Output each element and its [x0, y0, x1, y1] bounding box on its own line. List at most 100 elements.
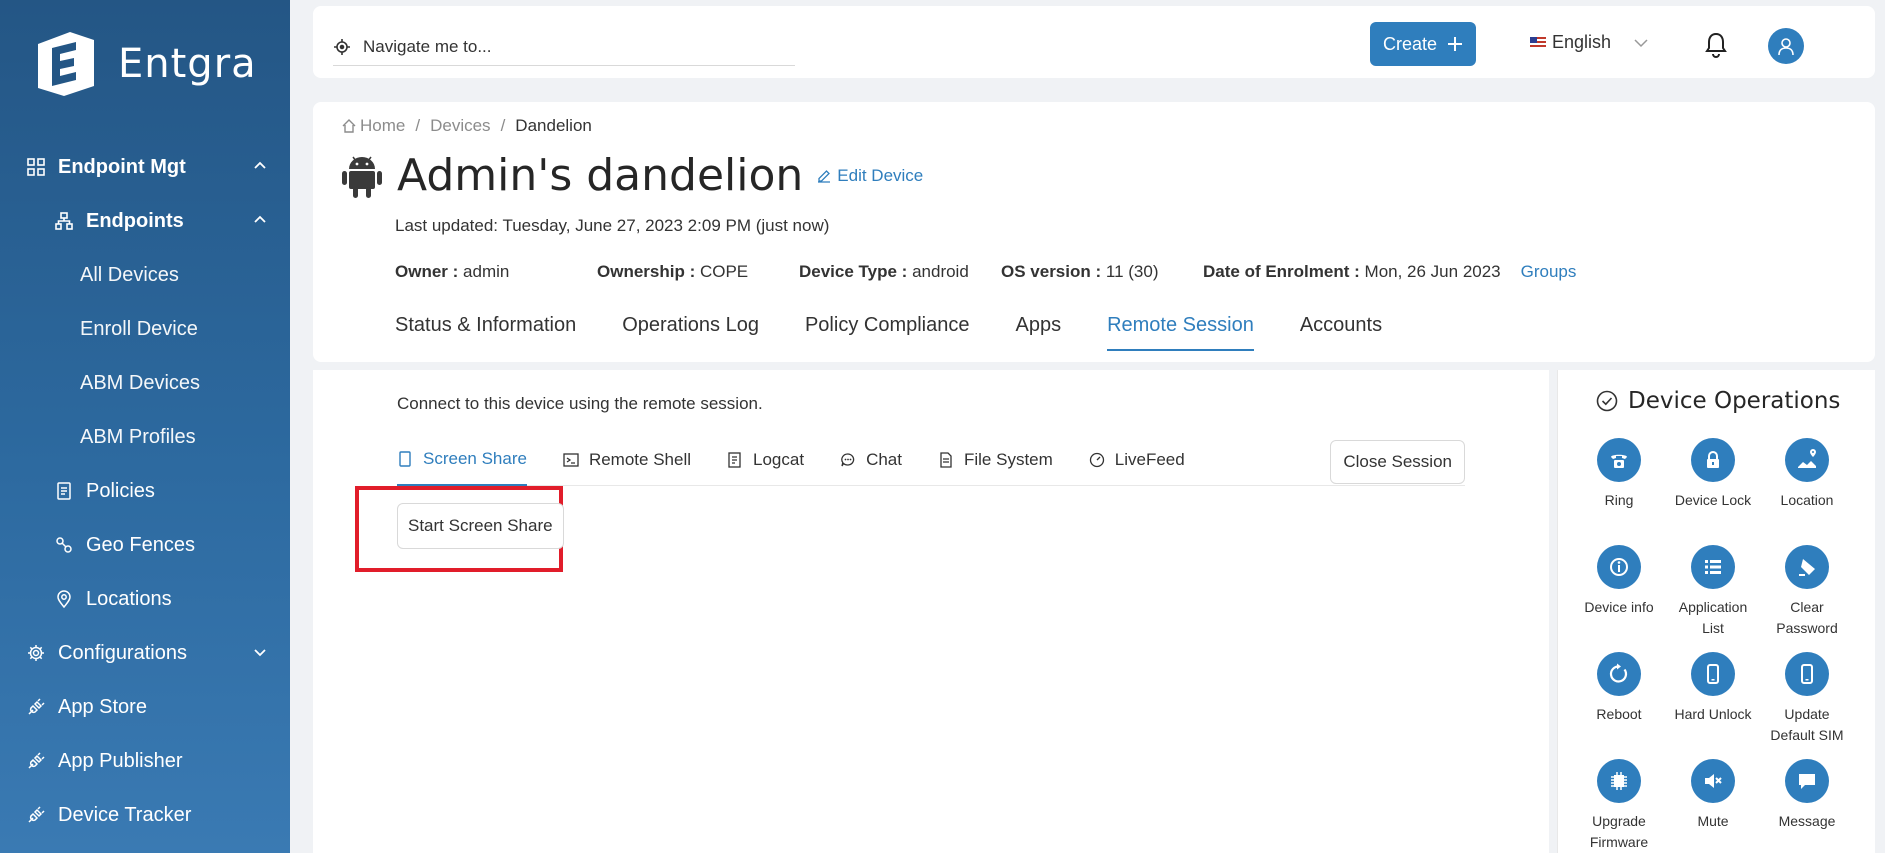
device-name: Admin's dandelion: [397, 150, 804, 201]
chevron-up-icon: [254, 161, 266, 169]
create-label: Create: [1382, 33, 1438, 54]
enrolment-label: Date of Enrolment :: [1203, 262, 1360, 281]
op-message[interactable]: Message: [1760, 759, 1854, 853]
sidebar-item-label: Endpoint Mgt: [58, 155, 186, 178]
sidebar-item-locations[interactable]: Locations: [0, 572, 290, 626]
remote-session-panel: Connect to this device using the remote …: [313, 370, 1549, 853]
op-label: Device Lock: [1674, 492, 1752, 508]
op-label: Device info: [1584, 599, 1654, 615]
sidebar-item-enroll-device[interactable]: Enroll Device: [0, 302, 290, 356]
location-pin-icon: [54, 589, 74, 609]
user-avatar[interactable]: [1768, 28, 1804, 64]
subtab-livefeed[interactable]: LiveFeed: [1089, 434, 1185, 486]
mobile-icon: [1691, 652, 1735, 696]
brand-logo[interactable]: Entgra: [30, 28, 257, 100]
close-session-button[interactable]: Close Session: [1330, 440, 1465, 484]
navigate-input[interactable]: [363, 36, 783, 57]
op-label: Reboot: [1596, 706, 1642, 722]
us-flag-icon: [1530, 37, 1546, 48]
subtab-logcat[interactable]: Logcat: [727, 434, 804, 486]
op-device-info[interactable]: Device info: [1572, 545, 1666, 652]
gauge-icon: [1089, 452, 1104, 467]
brand-name: Entgra: [118, 41, 257, 87]
sidebar: Entgra Endpoint Mgt Endpoints All Device…: [0, 0, 290, 853]
subtab-label: Chat: [866, 449, 902, 469]
owner-label: Owner :: [395, 262, 459, 281]
tab-apps[interactable]: Apps: [1015, 314, 1061, 351]
chevron-down-icon: [1634, 38, 1648, 47]
device-header: Home / Devices / Dandelion Admin's dande…: [313, 102, 1875, 362]
plug-icon: [26, 697, 46, 717]
sidebar-item-label: Geo Fences: [86, 533, 195, 556]
sidebar-item-endpoint-mgt[interactable]: Endpoint Mgt: [0, 140, 290, 194]
op-reboot[interactable]: Reboot: [1572, 652, 1666, 759]
op-mute[interactable]: Mute: [1666, 759, 1760, 853]
os-version-field: OS version : 11 (30): [1001, 262, 1203, 282]
edit-device-link[interactable]: Edit Device: [817, 166, 923, 186]
remote-subtabs: Screen Share Remote Shell Logcat Chat Fi…: [397, 434, 1465, 486]
navigate-search: [333, 28, 795, 66]
ownership-field: Ownership : COPE: [597, 262, 799, 282]
op-label: Hard Unlock: [1674, 706, 1752, 722]
op-device-lock[interactable]: Device Lock: [1666, 438, 1760, 545]
op-application-list[interactable]: Application List: [1666, 545, 1760, 652]
breadcrumb-home[interactable]: Home: [360, 116, 405, 136]
sidebar-item-abm-profiles[interactable]: ABM Profiles: [0, 410, 290, 464]
start-screen-share-button[interactable]: Start Screen Share: [397, 503, 564, 549]
op-ring[interactable]: Ring: [1572, 438, 1666, 545]
sidebar-item-abm-devices[interactable]: ABM Devices: [0, 356, 290, 410]
sidebar-item-label: ABM Profiles: [80, 425, 196, 448]
breadcrumb-separator: /: [500, 116, 506, 135]
sidebar-item-app-store[interactable]: App Store: [0, 680, 290, 734]
op-clear-password[interactable]: Clear Password: [1760, 545, 1854, 652]
breadcrumb-devices[interactable]: Devices: [430, 116, 490, 136]
log-icon: [728, 451, 741, 468]
gear-icon: [26, 643, 46, 663]
hierarchy-icon: [54, 211, 74, 231]
subtab-label: File System: [963, 449, 1053, 469]
op-label: Update Default SIM: [1770, 706, 1844, 743]
sidebar-item-geo-fences[interactable]: Geo Fences: [0, 518, 290, 572]
chevron-down-icon: [254, 649, 266, 657]
mobile-icon: [1785, 652, 1829, 696]
sidebar-item-all-devices[interactable]: All Devices: [0, 248, 290, 302]
sidebar-item-label: App Publisher: [58, 749, 183, 772]
language-select[interactable]: English: [1530, 32, 1649, 53]
bell-icon[interactable]: [1704, 32, 1728, 58]
crosshair-icon: [334, 38, 350, 55]
speaker-mute-icon: [1691, 759, 1735, 803]
sidebar-item-endpoints[interactable]: Endpoints: [0, 194, 290, 248]
sidebar-item-label: Locations: [86, 587, 172, 610]
op-label: Ring: [1604, 492, 1634, 508]
edit-device-label: Edit Device: [837, 165, 924, 185]
sidebar-item-app-publisher[interactable]: App Publisher: [0, 734, 290, 788]
create-button[interactable]: Create: [1370, 22, 1476, 66]
tab-policy-compliance[interactable]: Policy Compliance: [805, 314, 970, 351]
connect-description: Connect to this device using the remote …: [397, 394, 763, 413]
tab-remote-session[interactable]: Remote Session: [1107, 314, 1254, 351]
op-upgrade-firmware[interactable]: Upgrade Firmware: [1572, 759, 1666, 853]
op-label: Mute: [1697, 813, 1729, 829]
entgra-logo-icon: [30, 28, 102, 100]
user-icon: [1778, 38, 1794, 56]
op-location[interactable]: Location: [1760, 438, 1854, 545]
subtab-remote-shell[interactable]: Remote Shell: [563, 434, 691, 486]
message-icon: [1785, 759, 1829, 803]
groups-link[interactable]: Groups: [1521, 262, 1577, 282]
sidebar-item-policies[interactable]: Policies: [0, 464, 290, 518]
subtab-file-system[interactable]: File System: [938, 434, 1053, 486]
tab-accounts[interactable]: Accounts: [1300, 314, 1382, 351]
op-hard-unlock[interactable]: Hard Unlock: [1666, 652, 1760, 759]
sidebar-item-configurations[interactable]: Configurations: [0, 626, 290, 680]
last-updated: Last updated: Tuesday, June 27, 2023 2:0…: [395, 216, 830, 235]
subtab-screen-share[interactable]: Screen Share: [397, 434, 527, 486]
operations-grid: Ring Device Lock Location Device info Ap…: [1572, 438, 1854, 853]
op-update-default-sim[interactable]: Update Default SIM: [1760, 652, 1854, 759]
geofence-icon: [54, 535, 74, 555]
tab-operations-log[interactable]: Operations Log: [622, 314, 759, 351]
device-title-row: Admin's dandelion Edit Device: [341, 150, 923, 201]
tab-status-information[interactable]: Status & Information: [395, 314, 576, 351]
sidebar-item-device-tracker[interactable]: Device Tracker: [0, 788, 290, 842]
subtab-chat[interactable]: Chat: [840, 434, 902, 486]
breadcrumb-current: Dandelion: [515, 116, 592, 135]
